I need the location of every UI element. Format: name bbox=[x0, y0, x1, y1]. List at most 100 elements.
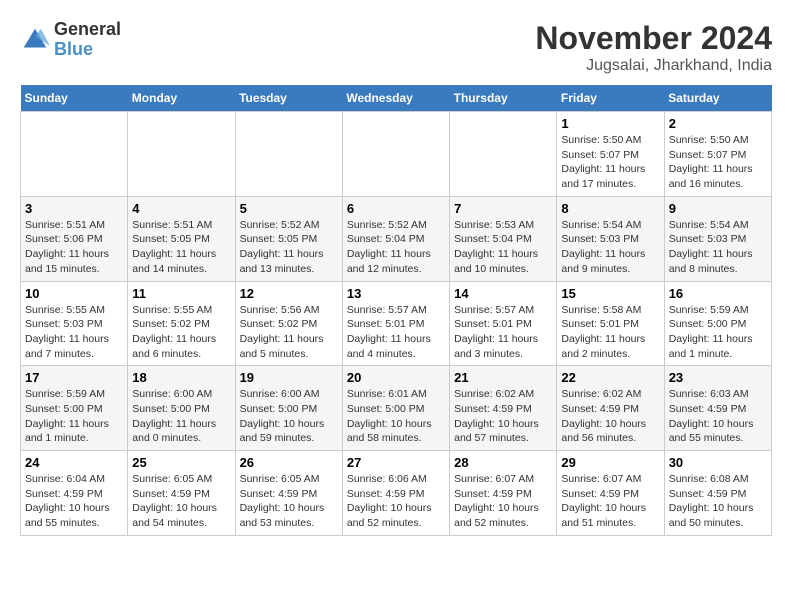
day-number: 20 bbox=[347, 370, 445, 385]
calendar-day-cell: 19 Sunrise: 6:00 AM Sunset: 5:00 PM Dayli… bbox=[235, 366, 342, 451]
day-info: Sunrise: 6:08 AM Sunset: 4:59 PM Dayligh… bbox=[669, 472, 767, 531]
day-number: 25 bbox=[132, 455, 230, 470]
calendar-day-cell bbox=[235, 112, 342, 197]
location: Jugsalai, Jharkhand, India bbox=[535, 57, 772, 75]
day-info: Sunrise: 5:54 AM Sunset: 5:03 PM Dayligh… bbox=[561, 218, 659, 277]
month-title: November 2024 bbox=[535, 20, 772, 57]
calendar-day-cell: 16 Sunrise: 5:59 AM Sunset: 5:00 PM Dayli… bbox=[664, 281, 771, 366]
day-number: 26 bbox=[240, 455, 338, 470]
day-info: Sunrise: 5:51 AM Sunset: 5:05 PM Dayligh… bbox=[132, 218, 230, 277]
calendar-day-cell: 30 Sunrise: 6:08 AM Sunset: 4:59 PM Dayli… bbox=[664, 451, 771, 536]
day-info: Sunrise: 5:50 AM Sunset: 5:07 PM Dayligh… bbox=[561, 133, 659, 192]
day-number: 28 bbox=[454, 455, 552, 470]
day-number: 18 bbox=[132, 370, 230, 385]
calendar-day-cell: 26 Sunrise: 6:05 AM Sunset: 4:59 PM Dayli… bbox=[235, 451, 342, 536]
calendar-day-cell: 3 Sunrise: 5:51 AM Sunset: 5:06 PM Daylig… bbox=[21, 196, 128, 281]
day-info: Sunrise: 5:59 AM Sunset: 5:00 PM Dayligh… bbox=[669, 303, 767, 362]
calendar-day-cell: 21 Sunrise: 6:02 AM Sunset: 4:59 PM Dayli… bbox=[450, 366, 557, 451]
calendar-day-cell: 9 Sunrise: 5:54 AM Sunset: 5:03 PM Daylig… bbox=[664, 196, 771, 281]
weekday-header: Wednesday bbox=[342, 85, 449, 112]
calendar-week-row: 24Sunrise: 6:04 AM Sunset: 4:59 PM Dayli… bbox=[21, 451, 772, 536]
calendar-week-row: 17Sunrise: 5:59 AM Sunset: 5:00 PM Dayli… bbox=[21, 366, 772, 451]
calendar-week-row: 1 Sunrise: 5:50 AM Sunset: 5:07 PM Daylig… bbox=[21, 112, 772, 197]
title-block: November 2024 Jugsalai, Jharkhand, India bbox=[535, 20, 772, 75]
calendar-day-cell: 12Sunrise: 5:56 AM Sunset: 5:02 PM Dayli… bbox=[235, 281, 342, 366]
day-info: Sunrise: 6:05 AM Sunset: 4:59 PM Dayligh… bbox=[240, 472, 338, 531]
weekday-header: Monday bbox=[128, 85, 235, 112]
weekday-header: Saturday bbox=[664, 85, 771, 112]
calendar-day-cell: 14 Sunrise: 5:57 AM Sunset: 5:01 PM Dayli… bbox=[450, 281, 557, 366]
day-number: 9 bbox=[669, 201, 767, 216]
day-number: 10 bbox=[25, 286, 123, 301]
calendar-day-cell: 15 Sunrise: 5:58 AM Sunset: 5:01 PM Dayli… bbox=[557, 281, 664, 366]
logo-general: General bbox=[54, 20, 121, 40]
calendar-table: SundayMondayTuesdayWednesdayThursdayFrid… bbox=[20, 85, 772, 536]
day-info: Sunrise: 5:52 AM Sunset: 5:04 PM Dayligh… bbox=[347, 218, 445, 277]
day-info: Sunrise: 5:50 AM Sunset: 5:07 PM Dayligh… bbox=[669, 133, 767, 192]
logo-icon bbox=[20, 25, 50, 55]
calendar-day-cell: 22Sunrise: 6:02 AM Sunset: 4:59 PM Dayli… bbox=[557, 366, 664, 451]
weekday-header: Tuesday bbox=[235, 85, 342, 112]
day-number: 1 bbox=[561, 116, 659, 131]
calendar-day-cell: 29 Sunrise: 6:07 AM Sunset: 4:59 PM Dayli… bbox=[557, 451, 664, 536]
day-number: 6 bbox=[347, 201, 445, 216]
day-info: Sunrise: 6:02 AM Sunset: 4:59 PM Dayligh… bbox=[454, 387, 552, 446]
day-info: Sunrise: 5:57 AM Sunset: 5:01 PM Dayligh… bbox=[454, 303, 552, 362]
calendar-day-cell bbox=[128, 112, 235, 197]
calendar-day-cell: 25 Sunrise: 6:05 AM Sunset: 4:59 PM Dayli… bbox=[128, 451, 235, 536]
calendar-day-cell: 11 Sunrise: 5:55 AM Sunset: 5:02 PM Dayli… bbox=[128, 281, 235, 366]
day-number: 29 bbox=[561, 455, 659, 470]
day-number: 13 bbox=[347, 286, 445, 301]
day-info: Sunrise: 5:51 AM Sunset: 5:06 PM Dayligh… bbox=[25, 218, 123, 277]
calendar-day-cell: 4 Sunrise: 5:51 AM Sunset: 5:05 PM Daylig… bbox=[128, 196, 235, 281]
weekday-header-row: SundayMondayTuesdayWednesdayThursdayFrid… bbox=[21, 85, 772, 112]
day-info: Sunrise: 6:00 AM Sunset: 5:00 PM Dayligh… bbox=[240, 387, 338, 446]
day-number: 19 bbox=[240, 370, 338, 385]
calendar-day-cell bbox=[342, 112, 449, 197]
day-number: 11 bbox=[132, 286, 230, 301]
day-number: 27 bbox=[347, 455, 445, 470]
page-header: General Blue November 2024 Jugsalai, Jha… bbox=[20, 20, 772, 75]
logo: General Blue bbox=[20, 20, 121, 60]
day-info: Sunrise: 6:00 AM Sunset: 5:00 PM Dayligh… bbox=[132, 387, 230, 446]
calendar-day-cell: 10 Sunrise: 5:55 AM Sunset: 5:03 PM Dayli… bbox=[21, 281, 128, 366]
calendar-day-cell: 7Sunrise: 5:53 AM Sunset: 5:04 PM Daylig… bbox=[450, 196, 557, 281]
day-info: Sunrise: 5:55 AM Sunset: 5:03 PM Dayligh… bbox=[25, 303, 123, 362]
calendar-week-row: 10 Sunrise: 5:55 AM Sunset: 5:03 PM Dayli… bbox=[21, 281, 772, 366]
day-number: 21 bbox=[454, 370, 552, 385]
calendar-day-cell: 28 Sunrise: 6:07 AM Sunset: 4:59 PM Dayli… bbox=[450, 451, 557, 536]
day-info: Sunrise: 6:07 AM Sunset: 4:59 PM Dayligh… bbox=[454, 472, 552, 531]
calendar-day-cell: 2Sunrise: 5:50 AM Sunset: 5:07 PM Daylig… bbox=[664, 112, 771, 197]
weekday-header: Friday bbox=[557, 85, 664, 112]
day-number: 23 bbox=[669, 370, 767, 385]
day-info: Sunrise: 5:54 AM Sunset: 5:03 PM Dayligh… bbox=[669, 218, 767, 277]
day-number: 16 bbox=[669, 286, 767, 301]
day-number: 22 bbox=[561, 370, 659, 385]
day-number: 14 bbox=[454, 286, 552, 301]
day-info: Sunrise: 6:05 AM Sunset: 4:59 PM Dayligh… bbox=[132, 472, 230, 531]
day-info: Sunrise: 6:07 AM Sunset: 4:59 PM Dayligh… bbox=[561, 472, 659, 531]
calendar-week-row: 3 Sunrise: 5:51 AM Sunset: 5:06 PM Daylig… bbox=[21, 196, 772, 281]
day-number: 30 bbox=[669, 455, 767, 470]
weekday-header: Sunday bbox=[21, 85, 128, 112]
calendar-day-cell bbox=[21, 112, 128, 197]
weekday-header: Thursday bbox=[450, 85, 557, 112]
day-number: 4 bbox=[132, 201, 230, 216]
logo-text: General Blue bbox=[54, 20, 121, 60]
day-info: Sunrise: 5:53 AM Sunset: 5:04 PM Dayligh… bbox=[454, 218, 552, 277]
day-number: 3 bbox=[25, 201, 123, 216]
day-info: Sunrise: 5:56 AM Sunset: 5:02 PM Dayligh… bbox=[240, 303, 338, 362]
calendar-day-cell: 17Sunrise: 5:59 AM Sunset: 5:00 PM Dayli… bbox=[21, 366, 128, 451]
day-info: Sunrise: 6:01 AM Sunset: 5:00 PM Dayligh… bbox=[347, 387, 445, 446]
calendar-day-cell: 24Sunrise: 6:04 AM Sunset: 4:59 PM Dayli… bbox=[21, 451, 128, 536]
calendar-day-cell: 27Sunrise: 6:06 AM Sunset: 4:59 PM Dayli… bbox=[342, 451, 449, 536]
day-number: 17 bbox=[25, 370, 123, 385]
logo-blue: Blue bbox=[54, 40, 121, 60]
calendar-day-cell: 20 Sunrise: 6:01 AM Sunset: 5:00 PM Dayli… bbox=[342, 366, 449, 451]
calendar-day-cell: 6 Sunrise: 5:52 AM Sunset: 5:04 PM Daylig… bbox=[342, 196, 449, 281]
day-info: Sunrise: 5:55 AM Sunset: 5:02 PM Dayligh… bbox=[132, 303, 230, 362]
calendar-day-cell: 5Sunrise: 5:52 AM Sunset: 5:05 PM Daylig… bbox=[235, 196, 342, 281]
day-info: Sunrise: 5:58 AM Sunset: 5:01 PM Dayligh… bbox=[561, 303, 659, 362]
day-info: Sunrise: 6:03 AM Sunset: 4:59 PM Dayligh… bbox=[669, 387, 767, 446]
day-number: 15 bbox=[561, 286, 659, 301]
